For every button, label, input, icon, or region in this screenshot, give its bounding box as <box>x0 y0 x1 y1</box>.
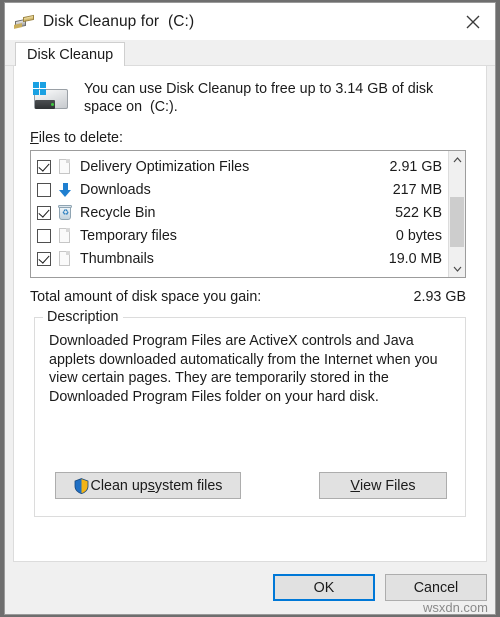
list-item-label: Delivery Optimization Files <box>80 158 250 175</box>
files-label-rest: iles to delete: <box>38 130 123 146</box>
close-icon[interactable] <box>450 3 495 40</box>
file-icon <box>56 158 74 176</box>
clean-up-label-post: ystem files <box>154 477 223 494</box>
tab-disk-cleanup[interactable]: Disk Cleanup <box>15 42 126 66</box>
list-item[interactable]: Thumbnails 19.0 MB <box>31 247 448 270</box>
list-item[interactable]: Delivery Optimization Files 2.91 GB <box>31 155 448 178</box>
list-scrollbar[interactable] <box>448 151 465 277</box>
list-item-label: Temporary files <box>80 227 177 244</box>
uac-shield-icon <box>74 477 89 494</box>
tab-label: Disk Cleanup <box>27 46 114 63</box>
list-item[interactable]: ♻ Recycle Bin 522 KB <box>31 201 448 224</box>
scroll-down-icon[interactable] <box>449 260 465 277</box>
file-icon <box>56 250 74 268</box>
recycle-bin-icon: ♻ <box>56 204 74 222</box>
list-item-size: 19.0 MB <box>388 250 442 267</box>
clean-up-system-files-button[interactable]: Clean up s ystem files <box>55 472 241 499</box>
download-arrow-icon <box>56 181 74 199</box>
watermark: wsxdn.com <box>422 600 488 615</box>
list-item-size: 522 KB <box>395 204 442 221</box>
description-legend: Description <box>43 309 123 325</box>
list-item-checkbox[interactable] <box>37 228 51 243</box>
window-title: Disk Cleanup for (C:) <box>43 12 195 30</box>
files-list-box[interactable]: Delivery Optimization Files 2.91 GB Down… <box>30 150 466 278</box>
files-label-accel: F <box>30 130 39 146</box>
file-icon <box>56 227 74 245</box>
scrollbar-thumb[interactable] <box>450 197 464 247</box>
scroll-up-icon[interactable] <box>449 151 465 168</box>
header-row: You can use Disk Cleanup to free up to 3… <box>14 66 486 116</box>
clean-up-label-pre: Clean up <box>90 477 148 494</box>
ok-label: OK <box>313 579 335 596</box>
view-files-button[interactable]: View Files <box>319 472 447 499</box>
broom-icon <box>14 12 34 32</box>
list-item-label: Recycle Bin <box>80 204 156 221</box>
disk-cleanup-window: Disk Cleanup for (C:) Disk Cleanup You c… <box>4 2 496 615</box>
tab-page: You can use Disk Cleanup to free up to 3… <box>13 66 487 562</box>
cancel-label: Cancel <box>413 579 459 596</box>
view-files-label-accel: V <box>350 477 360 494</box>
header-message: You can use Disk Cleanup to free up to 3… <box>84 81 434 115</box>
total-row: Total amount of disk space you gain: 2.9… <box>30 289 466 305</box>
total-value: 2.93 GB <box>413 289 466 305</box>
list-item-label: Downloads <box>80 181 151 198</box>
view-files-label-post: iew Files <box>359 477 416 494</box>
list-item[interactable]: Temporary files 0 bytes <box>31 224 448 247</box>
total-label: Total amount of disk space you gain: <box>30 289 262 305</box>
cancel-button[interactable]: Cancel <box>385 574 487 601</box>
tab-strip: Disk Cleanup <box>5 42 495 66</box>
hard-drive-icon <box>30 81 72 115</box>
list-item-size: 0 bytes <box>395 227 442 244</box>
description-buttons: Clean up s ystem files View Files <box>35 472 465 499</box>
description-group: Description Downloaded Program Files are… <box>34 309 466 517</box>
list-item-checkbox[interactable] <box>37 205 51 220</box>
clean-up-label-accel: s <box>147 477 155 494</box>
list-item-checkbox[interactable] <box>37 182 51 197</box>
files-list: Delivery Optimization Files 2.91 GB Down… <box>31 151 448 277</box>
title-bar: Disk Cleanup for (C:) <box>5 3 495 40</box>
list-item-checkbox[interactable] <box>37 251 51 266</box>
list-item-checkbox[interactable] <box>37 159 51 174</box>
list-item[interactable]: Downloads 217 MB <box>31 178 448 201</box>
list-item-size: 2.91 GB <box>389 158 442 175</box>
dialog-footer: OK Cancel wsxdn.com <box>5 562 495 615</box>
files-to-delete-label: Files to delete: <box>30 130 486 146</box>
list-item-label: Thumbnails <box>80 250 154 267</box>
description-text: Downloaded Program Files are ActiveX con… <box>49 333 438 405</box>
list-item-size: 217 MB <box>392 181 442 198</box>
ok-button[interactable]: OK <box>273 574 375 601</box>
